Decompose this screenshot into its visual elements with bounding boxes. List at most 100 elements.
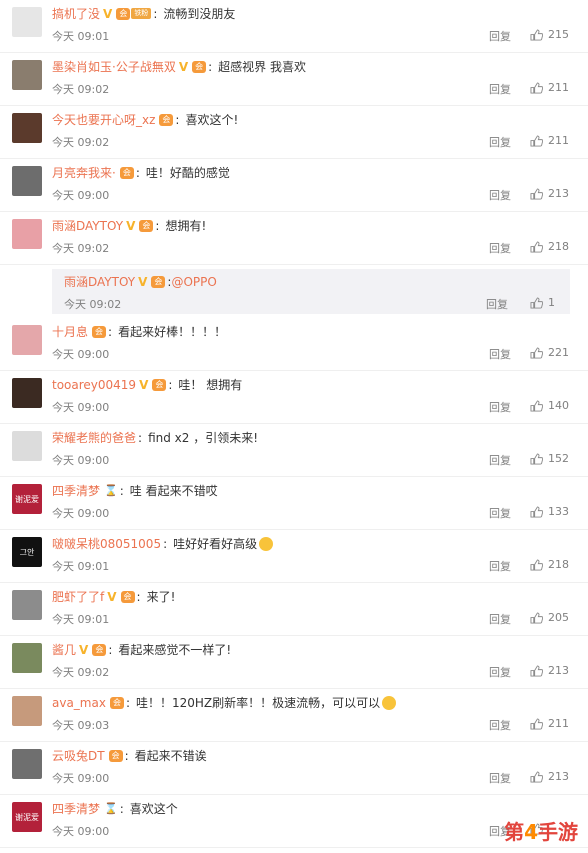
username-link[interactable]: tooarey00419 [52, 378, 136, 392]
comment-header: 四季清梦 ⌛: 喜欢这个 [52, 800, 178, 817]
reply-button[interactable]: 回复 [486, 296, 508, 312]
username-link[interactable]: 今天也要开心呀_xz [52, 111, 155, 128]
verified-v-icon: V [138, 274, 148, 289]
comment-row: ava_max 会: 哇！！120HZ刷新率！！极速流畅，可以可以 今天 09:03 回… [0, 689, 588, 742]
avatar[interactable]: 그안 [12, 537, 42, 567]
like-icon [530, 770, 543, 783]
comment-header: 雨涵DAYTOY V 会: @OPPO [64, 273, 217, 290]
username-link[interactable]: 云吸兔DT [52, 747, 105, 764]
colon-separator: : [153, 6, 158, 21]
like-count: 213 [548, 187, 569, 200]
like-button[interactable]: 140 [530, 399, 569, 412]
avatar[interactable] [12, 7, 42, 37]
colon-separator: : [119, 483, 124, 498]
username-link[interactable]: 雨涵DAYTOY [64, 273, 135, 290]
comment-text: 看起来不错诶 [134, 749, 207, 763]
reply-button[interactable]: 回复 [489, 399, 511, 415]
like-icon [530, 452, 543, 465]
like-icon [530, 346, 543, 359]
comment-time: 今天 09:00 [52, 348, 110, 361]
member-badge-icon: 会 [151, 275, 166, 288]
comment-row: 今天也要开心呀_xz 会: 喜欢这个! 今天 09:02 回复 211 [0, 106, 588, 159]
like-icon [530, 505, 543, 518]
reply-button[interactable]: 回复 [489, 28, 511, 44]
comment-time: 今天 09:02 [52, 136, 110, 149]
colon-separator: : [155, 218, 160, 233]
avatar[interactable] [12, 643, 42, 673]
reply-button[interactable]: 回复 [489, 770, 511, 786]
like-button[interactable]: 218 [530, 240, 569, 253]
member-badge-icon: 会 [139, 219, 154, 232]
like-button[interactable]: 1 [530, 296, 555, 309]
like-icon [530, 558, 543, 571]
reply-button[interactable]: 回复 [489, 346, 511, 362]
like-button[interactable]: 221 [530, 346, 569, 359]
comment-header: 荣耀老熊的爸爸: find x2 ，引领未来! [52, 429, 258, 446]
username-link[interactable]: 十月息 [52, 323, 88, 340]
member-badge-icon: 会 [119, 166, 134, 179]
comment-row: 搞机了没 V 会铁粉: 流畅到没朋友 今天 09:01 回复 215 [0, 0, 588, 53]
reply-button[interactable]: 回复 [489, 558, 511, 574]
comment-list: 搞机了没 V 会铁粉: 流畅到没朋友 今天 09:01 回复 215 墨染肖如玉·公子战無双 V… [0, 0, 588, 848]
reply-button[interactable]: 回复 [489, 452, 511, 468]
like-button[interactable]: 211 [530, 134, 569, 147]
comment-row: 荣耀老熊的爸爸: find x2 ，引领未来! 今天 09:00 回复 152 [0, 424, 588, 477]
avatar[interactable] [12, 749, 42, 779]
avatar[interactable] [12, 325, 42, 355]
reply-button[interactable]: 回复 [489, 505, 511, 521]
like-count: 152 [548, 452, 569, 465]
username-link[interactable]: 雨涵DAYTOY [52, 217, 123, 234]
like-count: 215 [548, 28, 569, 41]
comment-text: 看起来感觉不一样了! [118, 643, 232, 657]
avatar[interactable] [12, 590, 42, 620]
username-link[interactable]: 荣耀老熊的爸爸 [52, 429, 136, 446]
username-link[interactable]: 月亮奔我来· [52, 164, 116, 181]
like-button[interactable]: 213 [530, 664, 569, 677]
avatar[interactable] [12, 378, 42, 408]
like-button[interactable]: 213 [530, 770, 569, 783]
like-button[interactable]: 211 [530, 717, 569, 730]
username-link[interactable]: 啵啵呆桃08051005 [52, 535, 161, 552]
reply-button[interactable]: 回复 [489, 81, 511, 97]
like-button[interactable]: 211 [530, 81, 569, 94]
avatar[interactable]: 谢泥爱 [12, 484, 42, 514]
like-button[interactable]: 152 [530, 452, 569, 465]
username-link[interactable]: 搞机了没 [52, 5, 100, 22]
avatar[interactable] [12, 219, 42, 249]
comment-header: 墨染肖如玉·公子战無双 V 会: 超感视界 我喜欢 [52, 58, 306, 75]
avatar[interactable] [12, 696, 42, 726]
like-icon [530, 664, 543, 677]
like-button[interactable]: 215 [530, 28, 569, 41]
comment-row: 月亮奔我来· 会: 哇！好酷的感觉 今天 09:00 回复 213 [0, 159, 588, 212]
site-watermark: 第4手游 [504, 820, 578, 844]
verified-v-icon: V [79, 642, 89, 657]
member-badge-icon: 会 [159, 113, 174, 126]
reply-button[interactable]: 回复 [489, 664, 511, 680]
username-link[interactable]: 肥虾了了f [52, 588, 104, 605]
username-link[interactable]: 酱几 [52, 641, 76, 658]
reply-button[interactable]: 回复 [489, 240, 511, 256]
avatar[interactable] [12, 431, 42, 461]
comment-text: 流畅到没朋友 [163, 7, 236, 21]
like-button[interactable]: 218 [530, 558, 569, 571]
avatar[interactable]: 谢泥爱 [12, 802, 42, 832]
avatar[interactable] [12, 166, 42, 196]
avatar[interactable] [12, 60, 42, 90]
avatar[interactable] [12, 113, 42, 143]
comment-time: 今天 09:00 [52, 507, 110, 520]
like-button[interactable]: 133 [530, 505, 569, 518]
username-link[interactable]: 四季清梦 [52, 482, 100, 499]
username-link[interactable]: 四季清梦 [52, 800, 100, 817]
reply-button[interactable]: 回复 [489, 187, 511, 203]
username-link[interactable]: ava_max [52, 696, 106, 710]
mention-link[interactable]: @OPPO [171, 275, 216, 289]
reply-button[interactable]: 回复 [489, 134, 511, 150]
colon-separator: : [125, 695, 130, 710]
member-badge-icon: 会 [152, 378, 167, 391]
reply-button[interactable]: 回复 [489, 611, 511, 627]
like-button[interactable]: 205 [530, 611, 569, 624]
reply-button[interactable]: 回复 [489, 717, 511, 733]
like-button[interactable]: 213 [530, 187, 569, 200]
comment-text: 哇！ 想拥有 [178, 378, 243, 392]
username-link[interactable]: 墨染肖如玉·公子战無双 [52, 58, 176, 75]
